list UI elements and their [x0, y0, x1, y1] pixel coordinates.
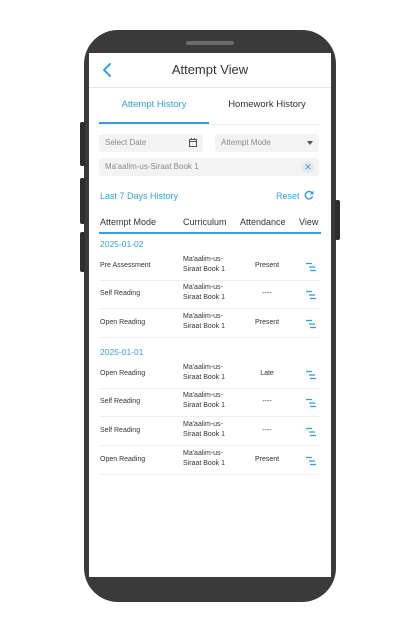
attendance-cell: Present [254, 456, 280, 463]
curriculum-line-1: Ma'aalim-us- [183, 284, 223, 291]
curriculum-cell: Ma'aalim-us- Siraat Book 1 [183, 363, 243, 383]
reset-button[interactable]: Reset [276, 191, 300, 201]
curriculum-filter-value: Ma'aalim-us-Siraat Book 1 [105, 162, 199, 171]
phone-side-button [80, 178, 85, 224]
curriculum-line-1: Ma'aalim-us- [183, 450, 223, 457]
column-header-view: View [299, 217, 319, 227]
phone-side-button [80, 232, 85, 272]
attendance-cell: Present [254, 319, 280, 326]
curriculum-line-1: Ma'aalim-us- [183, 313, 223, 320]
date-group-header: 2025-01-02 [100, 239, 144, 249]
app-screen: Attempt View Attempt History Homework Hi… [89, 53, 331, 577]
date-group-header: 2025-01-01 [100, 347, 144, 357]
table-row: Open Reading Ma'aalim-us- Siraat Book 1 Pre… [99, 446, 321, 475]
table-row: Open Reading Ma'aalim-us- Siraat Book 1 Pre… [99, 309, 321, 338]
attempt-mode-cell: Open Reading [100, 456, 146, 463]
curriculum-line-2: Siraat Book 1 [183, 294, 226, 301]
view-list-icon[interactable] [305, 396, 317, 408]
column-header-attempt-mode: Attempt Mode [100, 217, 157, 227]
table-row: Pre Assessment Ma'aalim-us- Siraat Book 1 P… [99, 252, 321, 281]
attempt-mode-select[interactable]: Attempt Mode [215, 134, 319, 152]
view-list-icon[interactable] [305, 260, 317, 272]
column-header-curriculum: Curriculum [183, 217, 227, 227]
app-header: Attempt View [89, 53, 331, 88]
attendance-cell: ---- [262, 427, 272, 434]
view-list-icon[interactable] [305, 454, 317, 466]
phone-speaker [186, 41, 234, 45]
tab-homework-history[interactable]: Homework History [215, 99, 319, 125]
attempt-mode-cell: Pre Assessment [100, 262, 151, 269]
attempt-mode-cell: Self Reading [100, 427, 141, 434]
page-title: Attempt View [171, 62, 249, 77]
curriculum-cell: Ma'aalim-us- Siraat Book 1 [183, 255, 243, 275]
table-row: Self Reading Ma'aalim-us- Siraat Book 1 ---… [99, 388, 321, 417]
table-header-divider [99, 232, 321, 234]
view-list-icon[interactable] [305, 317, 317, 329]
attendance-cell: ---- [262, 398, 272, 405]
curriculum-line-1: Ma'aalim-us- [183, 364, 223, 371]
attendance-cell: ---- [262, 290, 272, 297]
curriculum-line-1: Ma'aalim-us- [183, 421, 223, 428]
last-7-days-link[interactable]: Last 7 Days History [100, 191, 178, 201]
curriculum-cell: Ma'aalim-us- Siraat Book 1 [183, 391, 243, 411]
curriculum-line-2: Siraat Book 1 [183, 323, 226, 330]
dropdown-arrow-icon [307, 141, 313, 145]
view-list-icon[interactable] [305, 288, 317, 300]
refresh-icon[interactable] [304, 190, 314, 200]
column-header-attendance: Attendance [240, 217, 286, 227]
phone-power-button [335, 200, 340, 240]
curriculum-line-2: Siraat Book 1 [183, 431, 226, 438]
date-picker-field[interactable]: Select Date [99, 134, 203, 152]
attempt-mode-placeholder: Attempt Mode [221, 138, 271, 147]
attempt-mode-cell: Self Reading [100, 290, 141, 297]
table-row: Self Reading Ma'aalim-us- Siraat Book 1 ---… [99, 280, 321, 309]
table-row: Open Reading Ma'aalim-us- Siraat Book 1 Lat… [99, 360, 321, 389]
curriculum-line-2: Siraat Book 1 [183, 374, 226, 381]
curriculum-cell: Ma'aalim-us- Siraat Book 1 [183, 283, 243, 303]
date-placeholder: Select Date [105, 138, 147, 147]
curriculum-cell: Ma'aalim-us- Siraat Book 1 [183, 449, 243, 469]
curriculum-filter-field[interactable]: Ma'aalim-us-Siraat Book 1 ✕ [99, 158, 319, 176]
attempt-mode-cell: Open Reading [100, 370, 146, 377]
table-row: Self Reading Ma'aalim-us- Siraat Book 1 ---… [99, 417, 321, 446]
view-list-icon[interactable] [305, 368, 317, 380]
attendance-cell: Present [254, 262, 280, 269]
curriculum-line-2: Siraat Book 1 [183, 402, 226, 409]
calendar-icon [189, 138, 197, 147]
curriculum-cell: Ma'aalim-us- Siraat Book 1 [183, 312, 243, 332]
curriculum-line-2: Siraat Book 1 [183, 460, 226, 467]
curriculum-line-1: Ma'aalim-us- [183, 392, 223, 399]
tab-divider [99, 124, 321, 125]
curriculum-line-2: Siraat Book 1 [183, 266, 226, 273]
curriculum-line-1: Ma'aalim-us- [183, 256, 223, 263]
attendance-cell: Late [260, 370, 274, 377]
view-list-icon[interactable] [305, 425, 317, 437]
curriculum-cell: Ma'aalim-us- Siraat Book 1 [183, 420, 243, 440]
attempt-mode-cell: Open Reading [100, 319, 146, 326]
clear-icon[interactable]: ✕ [302, 161, 314, 173]
attempt-mode-cell: Self Reading [100, 398, 141, 405]
phone-side-button [80, 122, 85, 166]
